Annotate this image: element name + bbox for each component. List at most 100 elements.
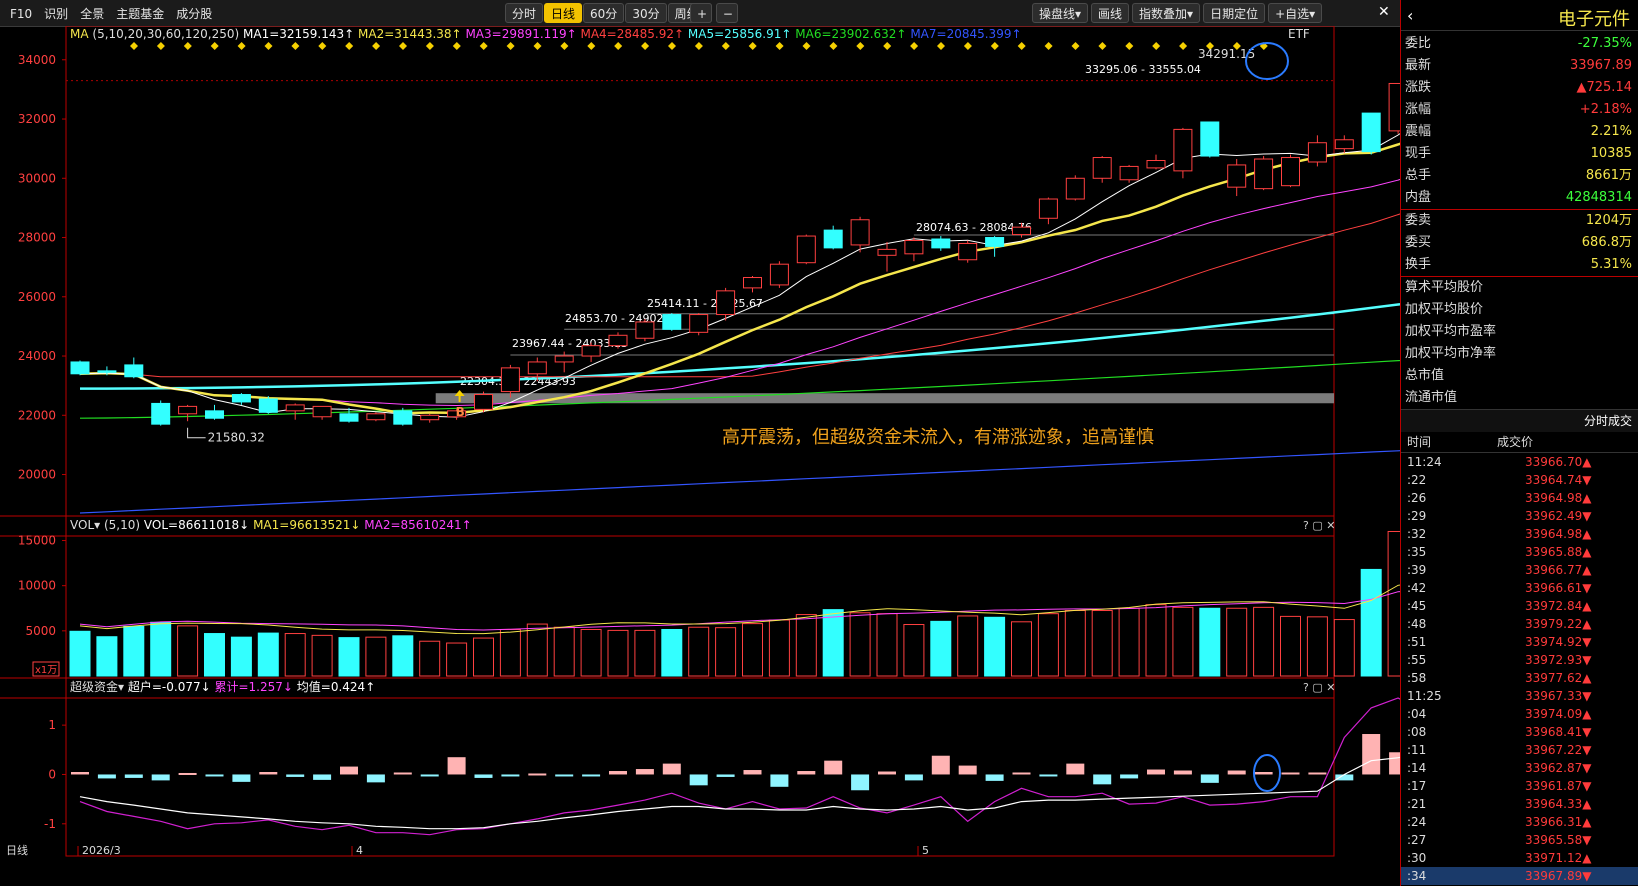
volume-bar[interactable]: [849, 612, 871, 677]
tick-row[interactable]: :11 33967.22▼: [1401, 741, 1638, 759]
candle[interactable]: [124, 357, 144, 379]
volume-bar[interactable]: [1199, 607, 1221, 677]
fund-bar[interactable]: [985, 774, 1004, 781]
volume-bar[interactable]: [338, 637, 360, 677]
candle[interactable]: [1388, 82, 1400, 134]
candle[interactable]: [285, 403, 305, 420]
fund-bar[interactable]: [878, 771, 896, 775]
tool-button-1[interactable]: 画线: [1091, 3, 1130, 23]
menu-item-1[interactable]: 识别: [44, 5, 68, 22]
fund-bar[interactable]: [1093, 774, 1112, 785]
tick-row[interactable]: :32 33964.98▲: [1401, 525, 1638, 543]
volume-bar[interactable]: [392, 635, 414, 677]
metric-link[interactable]: 总市值: [1401, 365, 1638, 387]
metric-link-label[interactable]: 总市值: [1405, 365, 1444, 387]
fund-bar[interactable]: [582, 774, 601, 777]
volume-bar[interactable]: [1091, 610, 1113, 677]
volume-bar[interactable]: [150, 621, 172, 677]
candle[interactable]: [958, 240, 978, 263]
candle[interactable]: [769, 261, 789, 288]
candle[interactable]: [635, 318, 655, 342]
fund-bar[interactable]: [97, 774, 116, 779]
volume-bar[interactable]: [1145, 604, 1167, 677]
tick-row[interactable]: :58 33977.62▲: [1401, 669, 1638, 687]
volume-bar[interactable]: [257, 632, 279, 677]
volume-bar[interactable]: [1037, 613, 1059, 677]
volume-bar[interactable]: [526, 623, 548, 677]
candle[interactable]: [1227, 159, 1247, 197]
volume-bar[interactable]: [1011, 621, 1032, 677]
volume-bar[interactable]: [930, 620, 952, 677]
fund-bar[interactable]: [958, 765, 977, 775]
volume-bar[interactable]: [903, 624, 925, 677]
candle[interactable]: [151, 400, 171, 426]
volume-bar[interactable]: [607, 629, 629, 677]
metric-link[interactable]: 算术平均股价: [1401, 277, 1638, 299]
metric-link-label[interactable]: 加权平均股价: [1405, 299, 1483, 321]
metric-link-label[interactable]: 加权平均市盈率: [1405, 321, 1496, 343]
tool-button-3[interactable]: 日期定位: [1203, 3, 1266, 23]
tool-button-4[interactable]: +自选▾: [1268, 3, 1323, 23]
volume-bar[interactable]: [365, 636, 387, 677]
fund-bar[interactable]: [1389, 752, 1400, 775]
fund-bar[interactable]: [528, 773, 547, 776]
candle[interactable]: [178, 404, 198, 422]
fund-bar[interactable]: [797, 771, 816, 775]
period-tab-2[interactable]: 60分: [583, 3, 625, 23]
fund-bar[interactable]: [1335, 774, 1354, 781]
tick-row[interactable]: :48 33979.22▲: [1401, 615, 1638, 633]
fund-bar[interactable]: [259, 772, 278, 775]
fund-bar[interactable]: [232, 774, 251, 782]
tool-button-2[interactable]: 指数叠加▾: [1132, 3, 1201, 23]
metric-link[interactable]: 流通市值: [1401, 387, 1638, 409]
fund-bar[interactable]: [824, 760, 843, 775]
period-tab-1[interactable]: 日线: [544, 3, 583, 23]
candle[interactable]: [420, 413, 440, 423]
fund-bar[interactable]: [124, 774, 143, 778]
menu-item-2[interactable]: 全景: [80, 5, 104, 22]
volume-bar[interactable]: [284, 633, 306, 677]
tick-row[interactable]: :04 33974.09▲: [1401, 705, 1638, 723]
tick-row[interactable]: :22 33964.74▼: [1401, 471, 1638, 489]
candle[interactable]: [1119, 164, 1139, 183]
tick-row[interactable]: 11:25 33967.33▼: [1401, 687, 1638, 705]
volume-bar[interactable]: [1253, 606, 1275, 677]
candle[interactable]: [1038, 197, 1058, 225]
metric-link-label[interactable]: 加权平均市净率: [1405, 343, 1496, 365]
volume-bar[interactable]: [1226, 607, 1248, 677]
tool-button-0[interactable]: 操盘线▾: [1032, 3, 1089, 23]
period-tab-3[interactable]: 30分: [625, 3, 667, 23]
tick-row[interactable]: :55 33972.93▼: [1401, 651, 1638, 669]
fund-bar[interactable]: [743, 770, 762, 775]
volume-bar[interactable]: [473, 637, 494, 677]
zoom-out-button[interactable]: −: [715, 3, 738, 23]
fund-bar[interactable]: [716, 774, 735, 777]
fund-bar[interactable]: [1012, 772, 1031, 775]
volume-bar[interactable]: [96, 636, 118, 677]
volume-bar[interactable]: [553, 626, 575, 677]
menu-item-3[interactable]: 主题基金: [116, 5, 164, 22]
fund-bar[interactable]: [1066, 763, 1085, 775]
fund-bar[interactable]: [931, 755, 950, 775]
menu-item-0[interactable]: F10: [10, 7, 32, 21]
metric-link[interactable]: 加权平均股价: [1401, 299, 1638, 321]
volume-bar[interactable]: [1306, 616, 1328, 677]
volume-bar[interactable]: [419, 640, 441, 677]
fund-bar[interactable]: [689, 774, 708, 786]
volume-bar[interactable]: [204, 633, 225, 677]
ticks-list[interactable]: 11:24 33966.70▲:22 33964.74▼:26 33964.98▲:2…: [1401, 453, 1638, 885]
fund-bar[interactable]: [313, 774, 332, 780]
fund-bar[interactable]: [286, 774, 305, 777]
panel-controls-icon[interactable]: ? ▢ ✕: [1303, 681, 1335, 694]
candle[interactable]: [1307, 135, 1327, 167]
fund-bar[interactable]: [178, 772, 197, 775]
period-tab-0[interactable]: 分时: [505, 3, 544, 23]
metric-link-label[interactable]: 算术平均股价: [1405, 277, 1483, 299]
fund-bar[interactable]: [851, 774, 870, 791]
zoom-in-button[interactable]: +: [690, 3, 712, 23]
candle[interactable]: [500, 364, 520, 398]
fund-bar[interactable]: [770, 774, 789, 787]
fund-bar[interactable]: [474, 774, 493, 778]
metric-link-label[interactable]: 流通市值: [1405, 387, 1457, 409]
candle[interactable]: [877, 241, 897, 272]
